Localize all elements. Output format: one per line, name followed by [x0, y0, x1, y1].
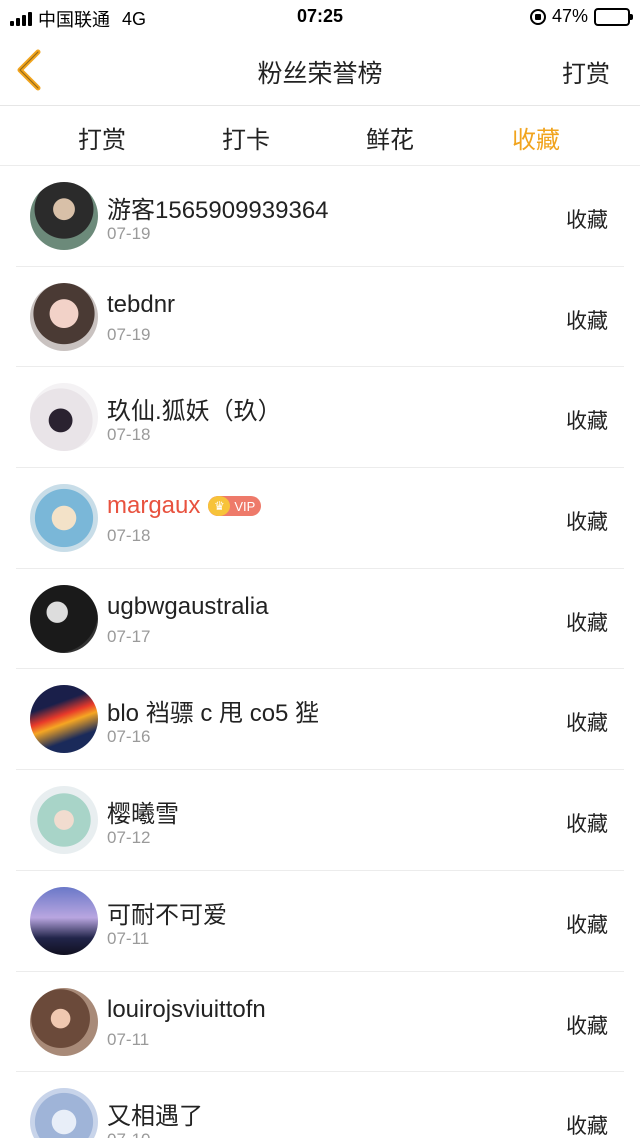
fan-name: louirojsviuittofn: [107, 995, 266, 1023]
status-bar: 中国联通 4G 07:25 47%: [0, 0, 640, 34]
avatar: [30, 987, 98, 1056]
list-item[interactable]: louirojsviuittofn 07-11 收藏: [16, 972, 624, 1073]
list-item[interactable]: 樱曦雪 07-12 收藏: [16, 770, 624, 871]
list-item[interactable]: blo 裆骠 c 甩 co5 狴 07-16 收藏: [16, 669, 624, 771]
list-item[interactable]: ugbwgaustralia 07-17 收藏: [16, 569, 624, 670]
favorite-label: 收藏: [566, 511, 608, 535]
rotation-lock-icon: [529, 8, 546, 25]
fan-list: 游客1565909939364 07-19 收藏 tebdnr 07-19 收藏…: [0, 166, 640, 1138]
favorite-label: 收藏: [566, 309, 608, 333]
favorite-label: 收藏: [566, 410, 608, 434]
list-item[interactable]: margaux ♛ VIP 07-18 收藏: [16, 468, 624, 569]
fan-name: 可耐不可爱: [107, 901, 227, 929]
avatar: [30, 584, 98, 653]
favorite-label: 收藏: [566, 209, 608, 232]
fan-name: ugbwgaustralia: [107, 592, 269, 620]
fan-name: margaux: [107, 492, 201, 520]
favorite-label: 收藏: [566, 813, 608, 837]
crown-icon: ♛: [208, 496, 231, 517]
favorite-label: 收藏: [566, 712, 608, 736]
fan-name: 樱曦雪: [107, 801, 179, 829]
avatar: [30, 484, 98, 553]
fan-date: 07-18: [107, 425, 151, 445]
favorite-label: 收藏: [566, 1115, 608, 1138]
fan-date: 07-10: [107, 1130, 150, 1138]
fan-name: 玖仙.狐妖（玖）: [107, 398, 282, 426]
battery-icon: [594, 7, 633, 26]
avatar: [30, 886, 98, 955]
tab-checkin[interactable]: 打卡: [222, 120, 270, 155]
favorite-label: 收藏: [566, 1014, 608, 1038]
fan-date: 07-19: [107, 224, 151, 243]
fan-date: 07-11: [107, 928, 150, 948]
list-item[interactable]: 又相遇了 07-10 收藏: [16, 1072, 624, 1138]
fan-name: tebdnr: [107, 290, 176, 318]
tab-flowers[interactable]: 鲜花: [366, 120, 414, 155]
vip-label: VIP: [234, 498, 256, 514]
nav-bar: 粉丝荣誉榜 打赏: [0, 34, 640, 106]
page-title: 粉丝荣誉榜: [257, 60, 383, 88]
avatar: [30, 685, 98, 754]
favorite-label: 收藏: [566, 913, 608, 937]
status-right: 47%: [529, 6, 633, 27]
fan-date: 07-19: [107, 324, 151, 344]
list-item[interactable]: 游客1565909939364 07-19 收藏: [16, 166, 624, 267]
reward-button[interactable]: 打赏: [562, 54, 610, 89]
fan-name: blo 裆骠 c 甩 co5 狴: [107, 700, 320, 728]
avatar: [30, 282, 98, 351]
fan-name: 又相遇了: [107, 1103, 203, 1131]
list-item[interactable]: tebdnr 07-19 收藏: [16, 267, 624, 368]
avatar: [30, 182, 98, 250]
avatar: [30, 786, 98, 855]
tab-reward[interactable]: 打赏: [78, 120, 126, 155]
tab-bar: 打赏 打卡 鲜花 收藏: [0, 106, 640, 166]
fan-date: 07-11: [107, 1029, 150, 1049]
fan-date: 07-12: [107, 828, 151, 848]
avatar: [30, 383, 98, 452]
list-item[interactable]: 玖仙.狐妖（玖） 07-18 收藏: [16, 367, 624, 469]
fan-name: 游客1565909939364: [107, 197, 329, 224]
favorite-label: 收藏: [566, 611, 608, 635]
fan-date: 07-18: [107, 526, 151, 546]
battery-percent: 47%: [551, 6, 588, 26]
fan-date: 07-16: [107, 727, 151, 747]
fan-date: 07-17: [107, 626, 151, 646]
tab-favorites[interactable]: 收藏: [512, 120, 560, 155]
vip-badge: ♛ VIP: [208, 496, 262, 517]
avatar: [30, 1088, 98, 1138]
list-item[interactable]: 可耐不可爱 07-11 收藏: [16, 871, 624, 972]
fan-name-row: margaux ♛ VIP: [107, 492, 262, 520]
